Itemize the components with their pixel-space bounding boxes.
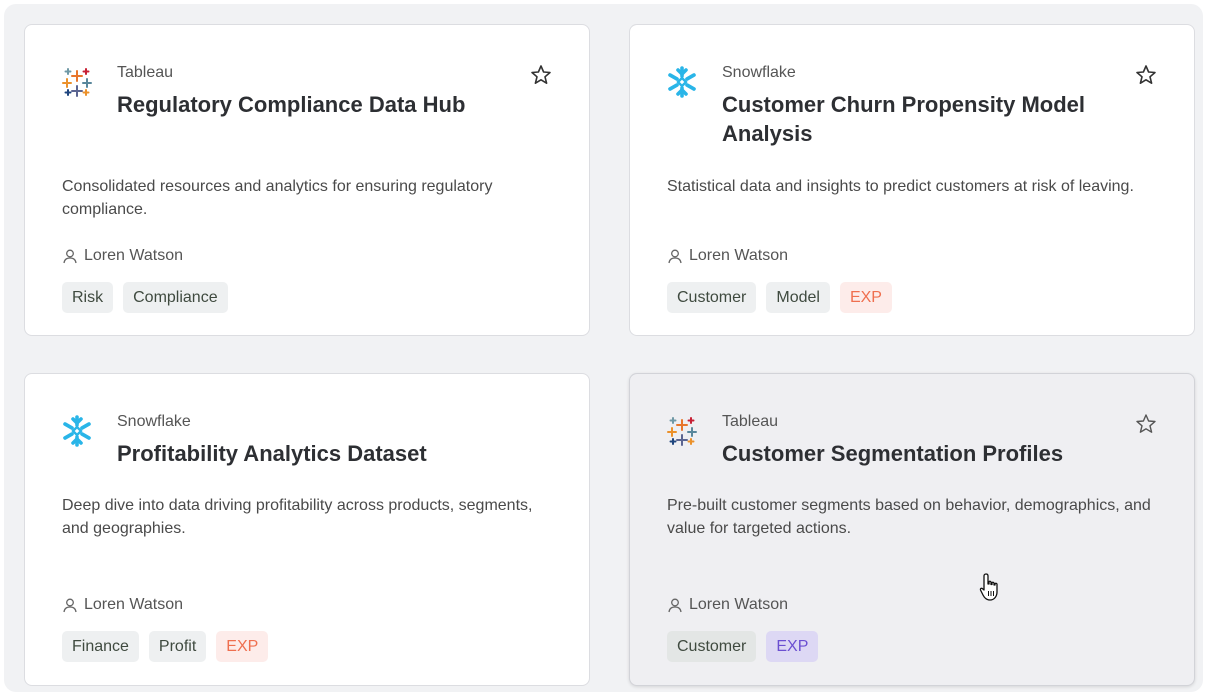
user-icon [668,249,682,264]
exp-tag[interactable]: EXP [766,631,819,662]
owner: Loren Watson [667,596,788,614]
source-label: Tableau [117,64,174,81]
source-label: Snowflake [117,413,191,430]
data-product-card[interactable]: Tableau Regulatory Compliance Data Hub C… [24,24,590,336]
owner-name: Loren Watson [84,247,184,264]
tableau-logo-icon [667,417,697,446]
card-title[interactable]: Profitability Analytics Dataset [117,439,537,468]
snowflake-logo-icon [63,415,91,447]
snowflake-logo-icon [668,66,696,98]
card-description: Consolidated resources and analytics for… [62,178,493,218]
user-icon [63,598,77,613]
card-grid: Tableau Regulatory Compliance Data Hub C… [4,4,1203,692]
card-description: Deep dive into data driving profitabilit… [62,497,533,537]
card-title[interactable]: Regulatory Compliance Data Hub [117,90,507,119]
tag[interactable]: Customer [667,282,757,313]
card-description: Pre-built customer segments based on beh… [667,497,1151,537]
hand-cursor-icon [979,573,998,601]
tag-list: Customer EXP [667,631,819,662]
exp-tag[interactable]: EXP [216,631,269,662]
tag[interactable]: Profit [148,631,207,662]
tag[interactable]: Model [766,282,830,313]
tag[interactable]: Compliance [123,282,228,313]
exp-tag[interactable]: EXP [839,282,892,313]
tag-list: Finance Profit EXP [62,631,269,662]
source-label: Tableau [722,413,779,430]
owner: Loren Watson [62,596,183,614]
card-description: Statistical data and insights to predict… [667,178,1134,195]
tag-list: Customer Model EXP [667,282,892,313]
data-product-card[interactable]: Snowflake Customer Churn Propensity Mode… [629,24,1195,336]
star-icon[interactable] [1134,63,1158,87]
tag[interactable]: Risk [62,282,114,313]
owner: Loren Watson [62,247,183,265]
user-icon [668,598,682,613]
owner-name: Loren Watson [689,596,789,613]
card-title[interactable]: Customer Segmentation Profiles [722,439,1142,468]
star-icon[interactable] [1134,412,1158,436]
data-product-card[interactable]: Snowflake Profitability Analytics Datase… [24,373,590,686]
tag-list: Risk Compliance [62,282,228,313]
owner-name: Loren Watson [84,596,184,613]
card-title[interactable]: Customer Churn Propensity Model Analysis [722,90,1112,148]
owner: Loren Watson [667,247,788,265]
owner-name: Loren Watson [689,247,789,264]
star-icon[interactable] [529,63,553,87]
tag[interactable]: Finance [62,631,139,662]
data-product-card-hovered[interactable]: Tableau Customer Segmentation Profiles P… [629,373,1195,686]
tableau-logo-icon [62,68,92,97]
user-icon [63,249,77,264]
tag[interactable]: Customer [667,631,757,662]
source-label: Snowflake [722,64,796,81]
